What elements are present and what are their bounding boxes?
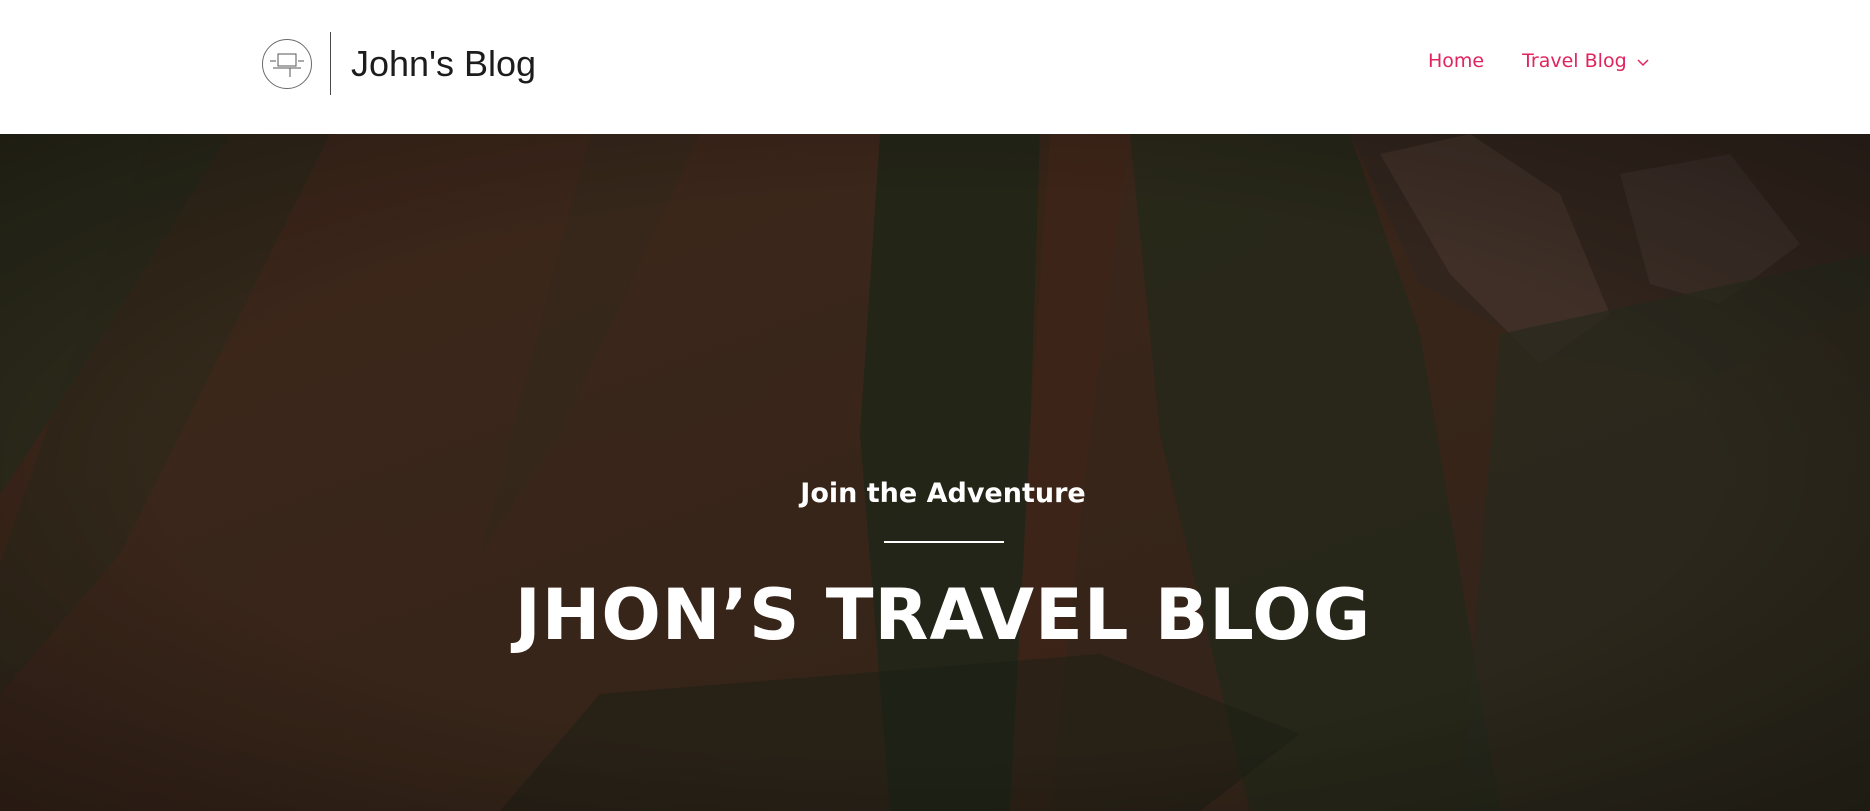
hero-tagline: Join the Adventure bbox=[800, 478, 1086, 509]
nav-item-home[interactable]: Home bbox=[1428, 50, 1484, 72]
chevron-down-icon bbox=[1637, 50, 1649, 72]
nav-item-home-label: Home bbox=[1428, 50, 1485, 72]
hero-section: Join the Adventure JHON’S TRAVEL BLOG bbox=[0, 134, 1870, 811]
hero-content: Join the Adventure JHON’S TRAVEL BLOG bbox=[0, 134, 1870, 811]
nav-item-travel-blog[interactable]: Travel Blog bbox=[1522, 50, 1649, 72]
site-title[interactable]: John's Blog bbox=[351, 43, 536, 85]
nav-item-travel-blog-label: Travel Blog bbox=[1522, 50, 1627, 72]
hero-divider bbox=[884, 541, 1004, 543]
brand-divider bbox=[330, 32, 331, 95]
logo-laptop-icon[interactable] bbox=[262, 38, 312, 89]
site-header: John's Blog Home Travel Blog bbox=[0, 0, 1870, 134]
main-nav: Home Travel Blog bbox=[1428, 50, 1649, 72]
brand: John's Blog bbox=[262, 32, 536, 95]
hero-title: JHON’S TRAVEL BLOG bbox=[514, 574, 1372, 656]
